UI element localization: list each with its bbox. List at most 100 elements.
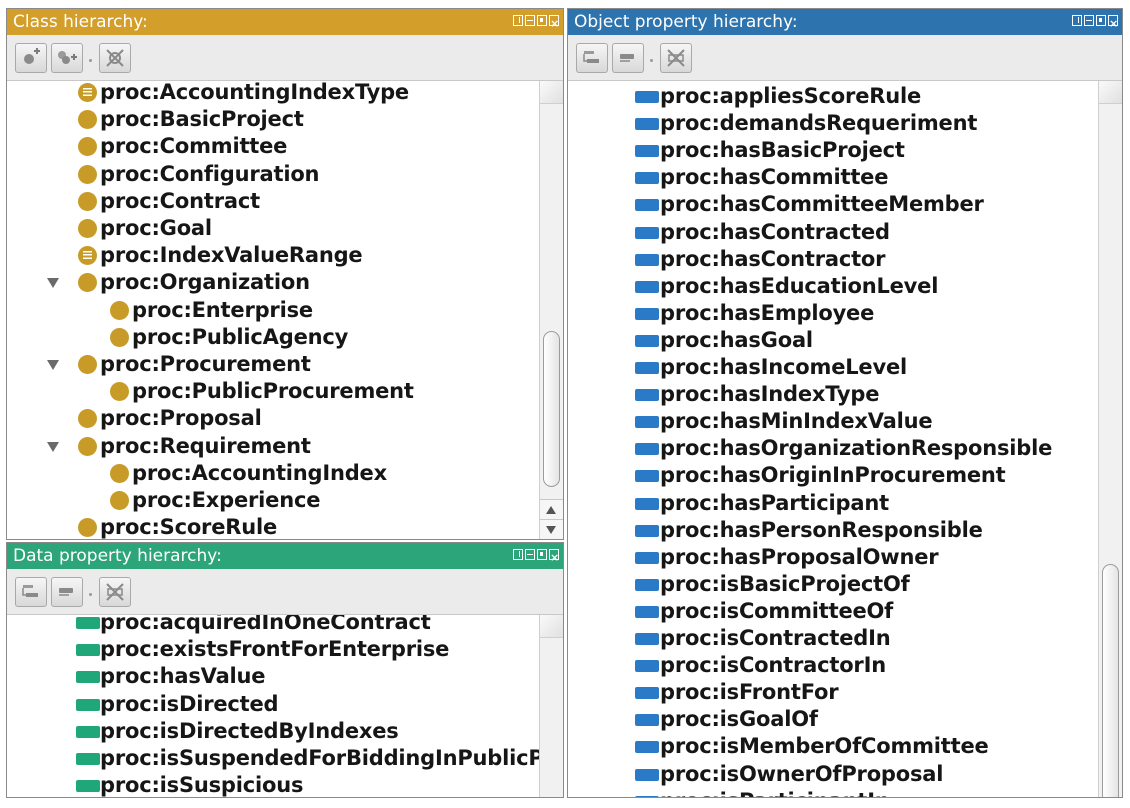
object-property-icon bbox=[635, 497, 659, 510]
object-property-label: proc:isFrontFor bbox=[660, 680, 839, 705]
object-scrollbar-thumb[interactable] bbox=[1102, 564, 1119, 797]
object-property-item[interactable]: proc:appliesScoreRule bbox=[568, 83, 1098, 110]
add-subproperty-button[interactable] bbox=[15, 577, 47, 607]
class-tree-item[interactable]: proc:Committee bbox=[7, 133, 539, 160]
object-property-label: proc:hasContracted bbox=[660, 219, 890, 244]
object-property-label: proc:demandsRequeriment bbox=[660, 111, 978, 136]
data-property-scrollbar[interactable] bbox=[539, 615, 563, 797]
class-icon bbox=[110, 463, 129, 483]
class-tree-item[interactable]: proc:Enterprise bbox=[7, 297, 539, 324]
delete-class-button[interactable] bbox=[99, 43, 131, 73]
class-scrollbar[interactable] bbox=[539, 81, 563, 539]
object-window-controls bbox=[1072, 11, 1118, 37]
object-property-label: proc:hasBasicProject bbox=[660, 138, 905, 163]
pin-view-icon[interactable] bbox=[1072, 15, 1082, 26]
minimize-view-icon[interactable] bbox=[1084, 15, 1094, 26]
object-property-icon bbox=[635, 253, 659, 266]
class-tree-item[interactable]: proc:Contract bbox=[7, 188, 539, 215]
expand-arrow-icon[interactable] bbox=[47, 278, 59, 289]
close-view-icon[interactable] bbox=[1108, 11, 1118, 37]
class-tree-item[interactable]: proc:Experience bbox=[7, 487, 539, 514]
object-property-item[interactable]: proc:isContractedIn bbox=[568, 625, 1098, 652]
object-property-item[interactable]: proc:hasIncomeLevel bbox=[568, 354, 1098, 381]
data-property-item[interactable]: proc:isDirectedByIndexes bbox=[7, 718, 539, 745]
add-sibling-property-button[interactable] bbox=[612, 43, 644, 73]
scroll-down-button[interactable] bbox=[540, 519, 563, 539]
data-property-item[interactable]: proc:hasValue bbox=[7, 663, 539, 690]
object-property-item[interactable]: proc:isCommitteeOf bbox=[568, 598, 1098, 625]
object-property-item[interactable]: proc:hasIndexType bbox=[568, 381, 1098, 408]
object-property-item[interactable]: proc:hasBasicProject bbox=[568, 137, 1098, 164]
object-property-item[interactable]: proc:hasEmployee bbox=[568, 300, 1098, 327]
expand-arrow-icon[interactable] bbox=[47, 360, 59, 370]
object-property-item[interactable]: proc:isOwnerOfProposal bbox=[568, 761, 1098, 788]
class-tree-item[interactable]: proc:Organization bbox=[7, 269, 539, 296]
maximize-view-icon[interactable] bbox=[1096, 15, 1106, 26]
object-property-item[interactable]: proc:hasContracted bbox=[568, 219, 1098, 246]
object-property-item[interactable]: proc:hasParticipant bbox=[568, 490, 1098, 517]
object-property-item[interactable]: proc:demandsRequeriment bbox=[568, 110, 1098, 137]
add-subproperty-button[interactable] bbox=[576, 43, 608, 73]
object-property-item[interactable]: proc:hasOriginInProcurement bbox=[568, 462, 1098, 489]
object-property-item[interactable]: proc:isParticipantIn bbox=[568, 788, 1098, 797]
object-property-item[interactable]: proc:isMemberOfCommittee bbox=[568, 733, 1098, 760]
object-property-icon bbox=[635, 172, 659, 185]
delete-property-button[interactable] bbox=[99, 577, 131, 607]
object-property-item[interactable]: proc:hasGoal bbox=[568, 327, 1098, 354]
minimize-view-icon[interactable] bbox=[525, 549, 535, 560]
class-scrollbar-thumb[interactable] bbox=[543, 331, 560, 487]
class-tree-item[interactable]: proc:BasicProject bbox=[7, 106, 539, 133]
object-property-label: proc:isOwnerOfProposal bbox=[660, 761, 944, 786]
class-icon bbox=[78, 436, 97, 456]
object-property-item[interactable]: proc:hasPersonResponsible bbox=[568, 517, 1098, 544]
expand-arrow-icon[interactable] bbox=[47, 441, 59, 452]
class-tree-item[interactable]: proc:PublicProcurement bbox=[7, 378, 539, 405]
object-property-icon bbox=[635, 687, 659, 700]
class-tree-item[interactable]: proc:IndexValueRange bbox=[7, 242, 539, 269]
delete-property-button[interactable] bbox=[660, 43, 692, 73]
class-tree-item[interactable]: proc:Proposal bbox=[7, 405, 539, 432]
class-tree-item[interactable]: proc:Goal bbox=[7, 215, 539, 242]
data-property-item[interactable]: proc:isSuspicious bbox=[7, 772, 539, 797]
class-tree-item[interactable]: proc:ScoreRule bbox=[7, 514, 539, 539]
object-property-item[interactable]: proc:isBasicProjectOf bbox=[568, 571, 1098, 598]
scroll-up-button[interactable] bbox=[540, 499, 563, 519]
add-sibling-class-button[interactable] bbox=[51, 43, 83, 73]
class-icon bbox=[110, 327, 129, 347]
class-tree-item[interactable]: proc:Procurement bbox=[7, 351, 539, 378]
pin-view-icon[interactable] bbox=[513, 549, 523, 560]
object-property-item[interactable]: proc:isContractorIn bbox=[568, 652, 1098, 679]
class-icon bbox=[78, 355, 97, 374]
object-property-item[interactable]: proc:hasEducationLevel bbox=[568, 273, 1098, 300]
object-property-item[interactable]: proc:hasCommittee bbox=[568, 164, 1098, 191]
class-tree-item[interactable]: proc:Configuration bbox=[7, 161, 539, 188]
object-property-item[interactable]: proc:isFrontFor bbox=[568, 679, 1098, 706]
object-property-item[interactable]: proc:isGoalOf bbox=[568, 706, 1098, 733]
class-tree-item[interactable]: proc:Requirement bbox=[7, 433, 539, 460]
class-icon bbox=[110, 300, 129, 320]
add-sibling-property-button[interactable] bbox=[51, 577, 83, 607]
object-property-item[interactable]: proc:hasCommitteeMember bbox=[568, 191, 1098, 218]
data-property-item[interactable]: proc:isDirected bbox=[7, 691, 539, 718]
object-property-label: proc:hasIndexType bbox=[660, 382, 880, 407]
maximize-view-icon[interactable] bbox=[537, 15, 547, 26]
object-property-item[interactable]: proc:hasContractor bbox=[568, 246, 1098, 273]
close-view-icon[interactable] bbox=[549, 11, 559, 37]
object-property-item[interactable]: proc:hasProposalOwner bbox=[568, 544, 1098, 571]
toolbar-separator bbox=[650, 59, 653, 62]
data-property-item[interactable]: proc:acquiredInOneContract bbox=[7, 615, 539, 636]
object-property-item[interactable]: proc:hasOrganizationResponsible bbox=[568, 435, 1098, 462]
pin-view-icon[interactable] bbox=[513, 15, 523, 26]
class-tree-item[interactable]: proc:AccountingIndex bbox=[7, 460, 539, 487]
maximize-view-icon[interactable] bbox=[537, 549, 547, 560]
class-tree-item[interactable]: proc:AccountingIndexType bbox=[7, 81, 539, 106]
object-property-label: proc:hasGoal bbox=[660, 327, 813, 352]
object-property-item[interactable]: proc:hasMinIndexValue bbox=[568, 408, 1098, 435]
data-property-item[interactable]: proc:isSuspendedForBiddingInPublicP bbox=[7, 745, 539, 772]
add-subclass-button[interactable] bbox=[15, 43, 47, 73]
data-property-item[interactable]: proc:existsFrontForEnterprise bbox=[7, 636, 539, 663]
minimize-view-icon[interactable] bbox=[525, 15, 535, 26]
object-property-scrollbar[interactable] bbox=[1098, 81, 1122, 797]
class-tree-item[interactable]: proc:PublicAgency bbox=[7, 324, 539, 351]
close-view-icon[interactable] bbox=[549, 545, 559, 571]
